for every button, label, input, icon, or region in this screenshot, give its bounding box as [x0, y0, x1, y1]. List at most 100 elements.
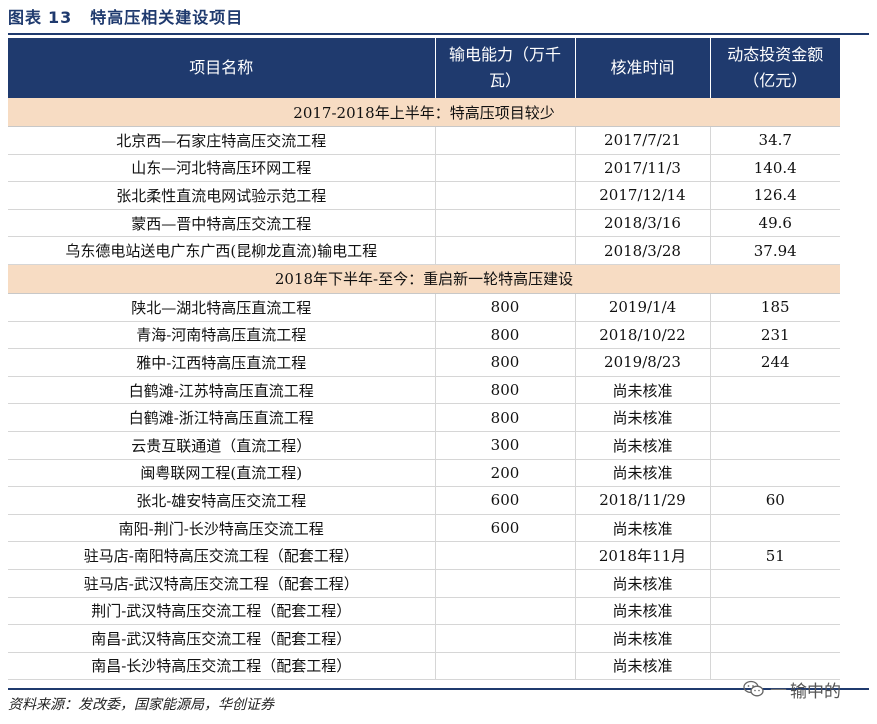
- cell-investment: [710, 569, 840, 598]
- watermark: — 输中的: [743, 676, 841, 702]
- watermark-dash: —: [770, 679, 787, 699]
- cell-project-name: 山东—河北特高压环网工程: [8, 154, 436, 183]
- cell-approval-date: 尚未核准: [575, 431, 711, 460]
- cell-project-name: 云贵互联通道（直流工程）: [8, 431, 436, 460]
- cell-approval-date: 2019/8/23: [575, 348, 711, 377]
- cell-capacity: 200: [435, 459, 576, 488]
- cell-capacity: [435, 624, 576, 653]
- figure-title: 图表 13 特高压相关建设项目: [8, 6, 243, 30]
- cell-approval-date: 尚未核准: [575, 514, 711, 543]
- cell-approval-date: 2017/12/14: [575, 181, 711, 210]
- cell-project-name: 张北柔性直流电网试验示范工程: [8, 181, 436, 210]
- cell-investment: [710, 376, 840, 405]
- cell-capacity: 300: [435, 431, 576, 460]
- cell-investment: 126.4: [710, 181, 840, 210]
- cell-project-name: 北京西—石家庄特高压交流工程: [8, 126, 436, 155]
- source-note: 资料来源：发改委，国家能源局，华创证券: [8, 697, 274, 713]
- cell-capacity: [435, 126, 576, 155]
- cell-project-name: 蒙西—晋中特高压交流工程: [8, 209, 436, 238]
- cell-project-name: 荆门-武汉特高压交流工程（配套工程）: [8, 597, 436, 626]
- cell-investment: [710, 431, 840, 460]
- cell-project-name: 张北-雄安特高压交流工程: [8, 486, 436, 515]
- cell-approval-date: 尚未核准: [575, 459, 711, 488]
- cell-approval-date: 尚未核准: [575, 597, 711, 626]
- cell-investment: [710, 403, 840, 432]
- cell-project-name: 驻马店-武汉特高压交流工程（配套工程）: [8, 569, 436, 598]
- cell-project-name: 驻马店-南阳特高压交流工程（配套工程）: [8, 541, 436, 570]
- cell-investment: 244: [710, 348, 840, 377]
- figure-number: 13: [48, 8, 73, 27]
- cell-investment: [710, 597, 840, 626]
- cell-capacity: 800: [435, 321, 576, 350]
- cell-project-name: 白鹤滩-江苏特高压直流工程: [8, 376, 436, 405]
- table-body: 2017-2018年上半年：特高压项目较少 北京西—石家庄特高压交流工程 2017/…: [8, 98, 840, 681]
- table-row: 北京西—石家庄特高压交流工程 2017/7/21 34.7: [8, 126, 840, 155]
- cell-approval-date: 尚未核准: [575, 376, 711, 405]
- cell-investment: 51: [710, 541, 840, 570]
- wechat-icon: [743, 680, 764, 697]
- table-row: 南昌-长沙特高压交流工程（配套工程） 尚未核准: [8, 652, 840, 681]
- cell-investment: [710, 459, 840, 488]
- cell-investment: [710, 514, 840, 543]
- cell-project-name: 雅中-江西特高压直流工程: [8, 348, 436, 377]
- cell-capacity: [435, 181, 576, 210]
- header-capacity: 输电能力（万千瓦）: [435, 38, 576, 98]
- cell-approval-date: 2018年11月: [575, 541, 711, 570]
- header-project-name: 项目名称: [8, 38, 436, 98]
- cell-project-name: 乌东德电站送电广东广西(昆柳龙直流)输电工程: [8, 236, 436, 265]
- cell-approval-date: 2018/11/29: [575, 486, 711, 515]
- table-row: 青海-河南特高压直流工程 800 2018/10/22 231: [8, 321, 840, 350]
- table-row: 驻马店-武汉特高压交流工程（配套工程） 尚未核准: [8, 569, 840, 598]
- cell-capacity: [435, 541, 576, 570]
- cell-capacity: [435, 652, 576, 681]
- cell-capacity: 800: [435, 293, 576, 322]
- figure-label: 图表: [8, 8, 43, 27]
- cell-approval-date: 2018/3/16: [575, 209, 711, 238]
- cell-capacity: [435, 209, 576, 238]
- projects-table: 项目名称 输电能力（万千瓦） 核准时间 动态投资金额（亿元） 2017-2018…: [8, 38, 840, 681]
- table-row: 白鹤滩-浙江特高压直流工程 800 尚未核准: [8, 403, 840, 432]
- cell-approval-date: 尚未核准: [575, 624, 711, 653]
- table-row: 乌东德电站送电广东广西(昆柳龙直流)输电工程 2018/3/28 37.94: [8, 236, 840, 265]
- watermark-text: 输中的: [790, 681, 841, 702]
- cell-investment: [710, 624, 840, 653]
- cell-project-name: 闽粤联网工程(直流工程): [8, 459, 436, 488]
- table-row: 雅中-江西特高压直流工程 800 2019/8/23 244: [8, 348, 840, 377]
- table-row: 驻马店-南阳特高压交流工程（配套工程） 2018年11月 51: [8, 541, 840, 570]
- cell-approval-date: 2019/1/4: [575, 293, 711, 322]
- table-row: 陕北—湖北特高压直流工程 800 2019/1/4 185: [8, 293, 840, 322]
- cell-project-name: 南昌-长沙特高压交流工程（配套工程）: [8, 652, 436, 681]
- cell-capacity: 600: [435, 514, 576, 543]
- table-row: 南昌-武汉特高压交流工程（配套工程） 尚未核准: [8, 624, 840, 653]
- cell-capacity: 800: [435, 376, 576, 405]
- table-row: 白鹤滩-江苏特高压直流工程 800 尚未核准: [8, 376, 840, 405]
- section-title: 2017-2018年上半年：特高压项目较少: [8, 98, 840, 127]
- table-row: 山东—河北特高压环网工程 2017/11/3 140.4: [8, 154, 840, 183]
- cell-capacity: 800: [435, 403, 576, 432]
- cell-approval-date: 2017/11/3: [575, 154, 711, 183]
- figure-title-text: 特高压相关建设项目: [90, 8, 244, 27]
- cell-capacity: 800: [435, 348, 576, 377]
- table-header-row: 项目名称 输电能力（万千瓦） 核准时间 动态投资金额（亿元）: [8, 38, 840, 98]
- cell-project-name: 青海-河南特高压直流工程: [8, 321, 436, 350]
- cell-approval-date: 2018/3/28: [575, 236, 711, 265]
- cell-investment: 37.94: [710, 236, 840, 265]
- table-row: 蒙西—晋中特高压交流工程 2018/3/16 49.6: [8, 209, 840, 238]
- top-rule: [8, 33, 869, 35]
- cell-approval-date: 尚未核准: [575, 403, 711, 432]
- cell-capacity: [435, 154, 576, 183]
- cell-project-name: 陕北—湖北特高压直流工程: [8, 293, 436, 322]
- cell-project-name: 白鹤滩-浙江特高压直流工程: [8, 403, 436, 432]
- header-investment: 动态投资金额（亿元）: [710, 38, 840, 98]
- cell-approval-date: 尚未核准: [575, 569, 711, 598]
- table-row: 荆门-武汉特高压交流工程（配套工程） 尚未核准: [8, 597, 840, 626]
- section-row: 2018年下半年-至今：重启新一轮特高压建设: [8, 264, 840, 294]
- section-row: 2017-2018年上半年：特高压项目较少: [8, 98, 840, 127]
- table-row: 云贵互联通道（直流工程） 300 尚未核准: [8, 431, 840, 460]
- cell-project-name: 南阳-荆门-长沙特高压交流工程: [8, 514, 436, 543]
- table-row: 张北-雄安特高压交流工程 600 2018/11/29 60: [8, 486, 840, 515]
- table-row: 张北柔性直流电网试验示范工程 2017/12/14 126.4: [8, 181, 840, 210]
- cell-project-name: 南昌-武汉特高压交流工程（配套工程）: [8, 624, 436, 653]
- cell-investment: 185: [710, 293, 840, 322]
- cell-approval-date: 2017/7/21: [575, 126, 711, 155]
